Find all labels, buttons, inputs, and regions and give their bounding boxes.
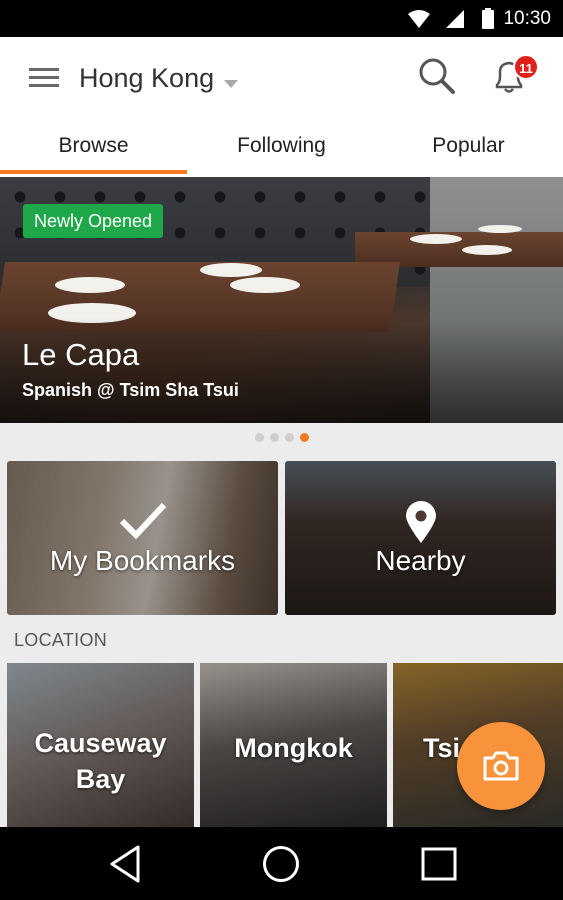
tab-bar: Browse Following Popular [0, 128, 563, 177]
status-bar: 10:30 [0, 0, 563, 37]
carousel-dot-active[interactable] [299, 433, 309, 442]
banner-photo-plate [478, 225, 522, 233]
restaurant-name: Le Capa [22, 337, 140, 372]
app-bar: Hong Kong 11 Browse Following Popular [0, 37, 563, 177]
camera-icon [482, 750, 520, 787]
location-tile-causeway-bay[interactable]: Causeway Bay [7, 663, 194, 827]
recents-icon[interactable] [421, 847, 457, 886]
tab-popular[interactable]: Popular [375, 128, 562, 177]
checkmark-icon [118, 501, 168, 544]
city-name: Hong Kong [79, 63, 215, 93]
city-selector[interactable]: Hong Kong [79, 61, 239, 96]
my-bookmarks-card[interactable]: My Bookmarks [7, 461, 278, 615]
location-pin-icon [405, 501, 436, 548]
featured-restaurant-banner[interactable]: Newly Opened Le Capa Spanish @ Tsim Sha … [0, 177, 563, 423]
banner-photo-plate [230, 277, 300, 293]
battery-icon [482, 8, 494, 34]
notification-badge: 11 [513, 54, 539, 80]
search-icon[interactable] [418, 57, 456, 100]
banner-photo-plate [462, 245, 512, 255]
carousel-dot[interactable] [269, 433, 279, 442]
location-tile-mongkok[interactable]: Mongkok [200, 663, 387, 827]
home-icon[interactable] [262, 845, 300, 888]
dropdown-caret-icon [224, 65, 239, 96]
wifi-icon [408, 10, 430, 33]
banner-photo-plate [55, 277, 125, 293]
banner-photo-plate [200, 263, 262, 277]
nearby-card[interactable]: Nearby [285, 461, 556, 615]
location-label: Mongkok [234, 733, 353, 763]
tab-browse[interactable]: Browse [0, 128, 187, 177]
carousel-dot[interactable] [254, 433, 264, 442]
restaurant-subtitle: Spanish @ Tsim Sha Tsui [22, 380, 239, 400]
carousel-indicator [0, 433, 563, 445]
signal-icon [446, 10, 464, 33]
carousel-dot[interactable] [284, 433, 294, 442]
location-section-title: LOCATION [14, 630, 108, 650]
nearby-label: Nearby [375, 545, 466, 576]
newly-opened-badge: Newly Opened [23, 204, 164, 238]
clock: 10:30 [503, 8, 551, 29]
my-bookmarks-label: My Bookmarks [49, 545, 236, 576]
camera-fab-button[interactable] [457, 722, 545, 810]
system-nav-bar [0, 827, 563, 900]
back-icon[interactable] [108, 845, 142, 888]
tab-following[interactable]: Following [188, 128, 375, 177]
banner-photo-plate [410, 234, 462, 244]
menu-icon[interactable] [29, 66, 59, 93]
location-label: Causeway Bay [34, 728, 167, 794]
